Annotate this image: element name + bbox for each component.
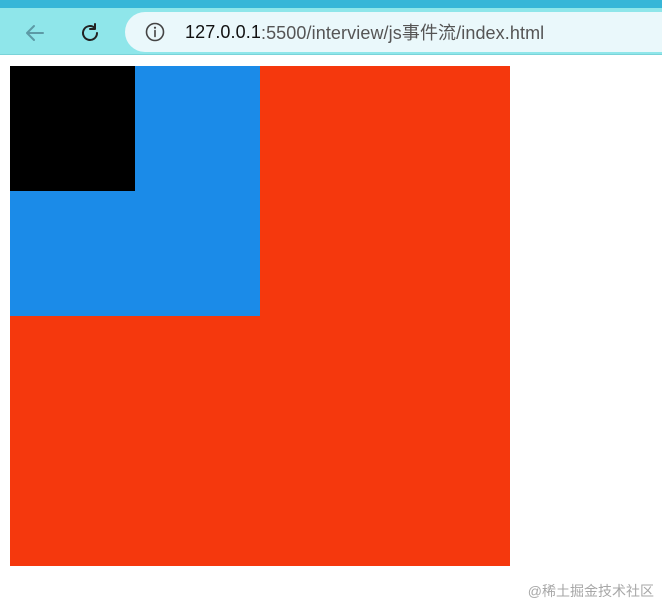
back-button[interactable] bbox=[20, 18, 50, 48]
info-icon[interactable] bbox=[145, 22, 165, 42]
browser-top-strip bbox=[0, 0, 662, 8]
address-bar[interactable]: 127.0.0.1:5500/interview/js事件流/index.htm… bbox=[125, 12, 662, 52]
inner-box[interactable] bbox=[10, 66, 135, 191]
reload-button[interactable] bbox=[75, 18, 105, 48]
outer-box[interactable] bbox=[10, 66, 510, 566]
url-path: :5500/interview/js事件流/index.html bbox=[260, 23, 545, 43]
url-host: 127.0.0.1 bbox=[185, 21, 261, 42]
reload-icon bbox=[82, 23, 98, 41]
middle-box[interactable] bbox=[10, 66, 260, 316]
arrow-left-icon bbox=[26, 25, 44, 41]
watermark-text: @稀土掘金技术社区 bbox=[527, 583, 654, 599]
browser-toolbar: 127.0.0.1:5500/interview/js事件流/index.htm… bbox=[0, 8, 662, 55]
page-content: @稀土掘金技术社区 bbox=[0, 56, 662, 607]
